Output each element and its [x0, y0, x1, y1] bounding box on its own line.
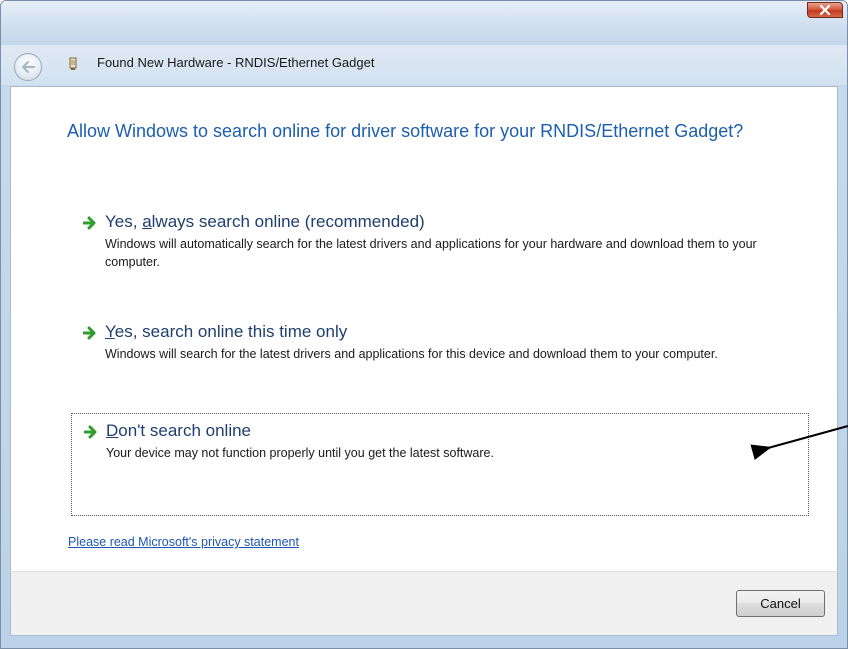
option-description: Windows will automatically search for th…: [105, 237, 757, 269]
back-arrow-icon: [21, 61, 35, 73]
footer-bar: Cancel: [10, 571, 838, 636]
option-description: Windows will search for the latest drive…: [105, 347, 718, 361]
option-title: Yes, search online this time only: [105, 322, 348, 341]
annotation-arrow-icon: [750, 425, 848, 460]
content-panel: Allow Windows to search online for drive…: [10, 86, 838, 571]
cancel-button[interactable]: Cancel: [736, 590, 825, 617]
option-search-this-time-only[interactable]: Yes, search online this time only Window…: [71, 315, 809, 385]
green-arrow-icon: [83, 326, 96, 340]
option-title: Don't search online: [106, 421, 252, 440]
green-arrow-icon: [84, 425, 97, 439]
privacy-statement-link[interactable]: Please read Microsoft's privacy statemen…: [68, 535, 299, 549]
close-button[interactable]: [807, 2, 843, 18]
back-button[interactable]: [14, 53, 42, 81]
option-description: Your device may not function properly un…: [106, 446, 494, 460]
close-icon: [819, 5, 831, 15]
hardware-device-icon: [69, 57, 77, 70]
green-arrow-icon: [83, 216, 96, 230]
option-always-search-online[interactable]: Yes, always search online (recommended) …: [71, 205, 809, 275]
window-title: Found New Hardware - RNDIS/Ethernet Gadg…: [97, 55, 375, 70]
page-heading: Allow Windows to search online for drive…: [67, 121, 744, 141]
dialog-window: Found New Hardware - RNDIS/Ethernet Gadg…: [0, 0, 848, 649]
option-dont-search-online[interactable]: Don't search online Your device may not …: [71, 413, 809, 516]
option-title: Yes, always search online (recommended): [105, 212, 425, 231]
title-bar[interactable]: [1, 1, 847, 45]
